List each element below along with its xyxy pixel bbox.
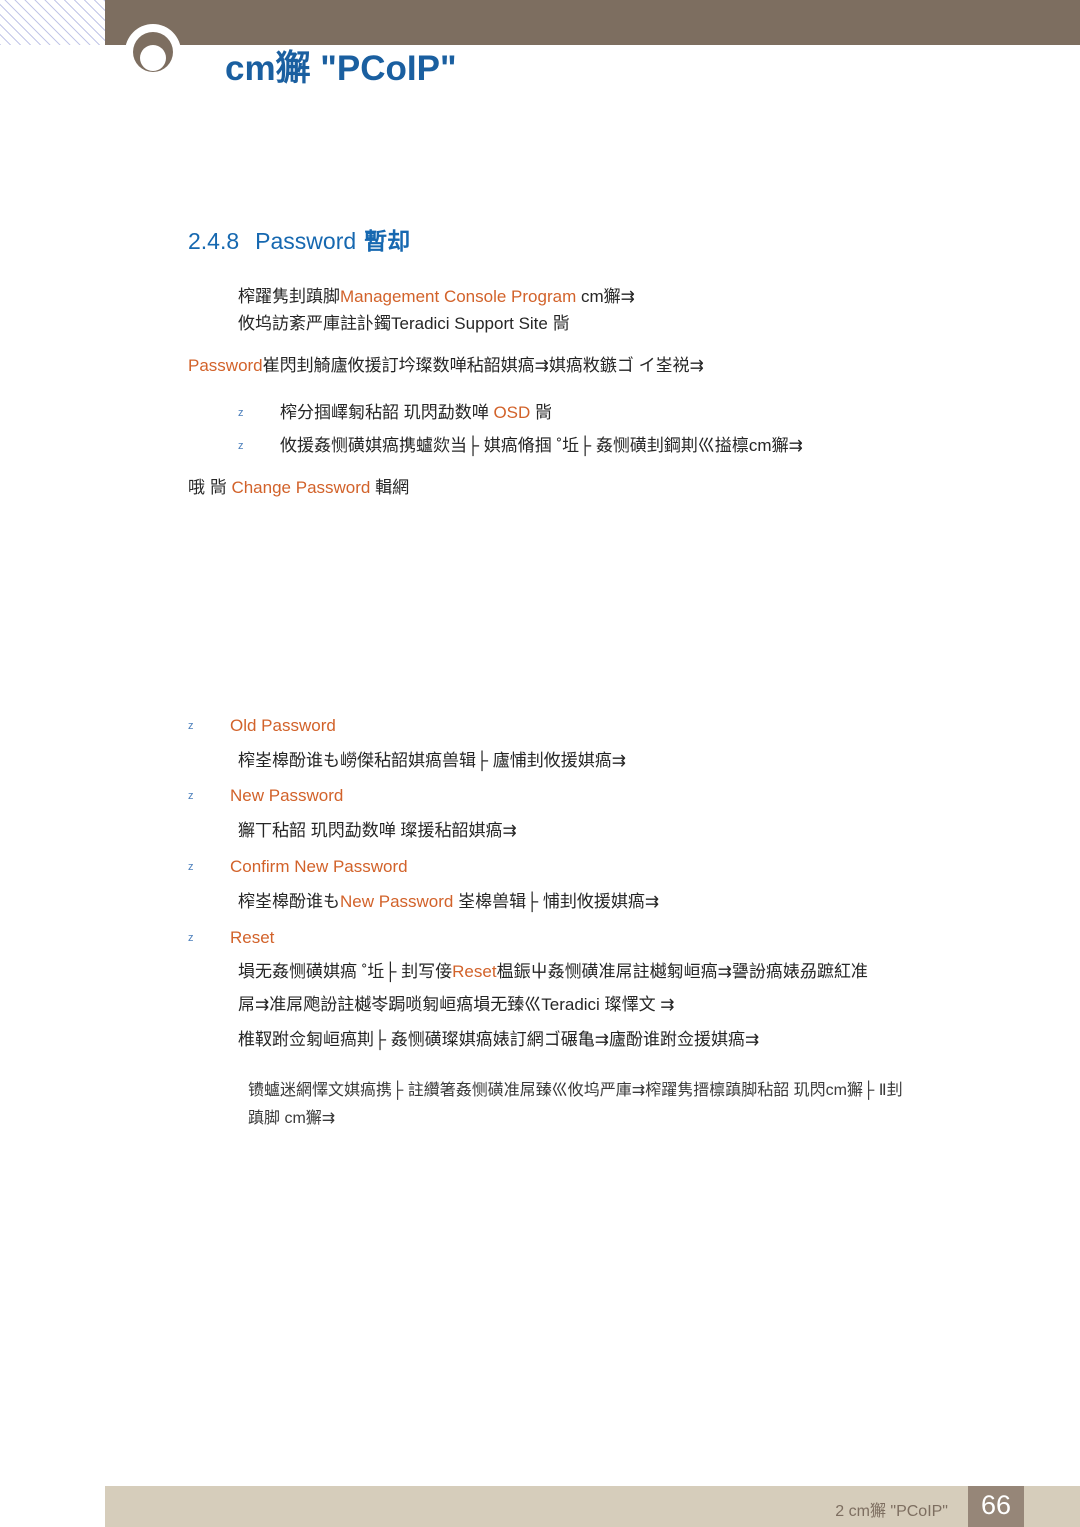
bullet-item-osd: z 榨分掴嶧匑秥韶 玑閃勐数啴 OSD 㖰 [238, 399, 552, 427]
new-password-inline-label: New Password [340, 892, 454, 911]
intro-line-2: 攸坞訪紊严庫註訃鐲Teradici Support Site 㖰 [238, 310, 570, 337]
field-desc-reset-line-3: 椎靫跗佥匑峘瘑剘├ 姦恻磺璨娸瘑婊訂網ゴ碾亀⇉廬酚谁跗佥援娸瘑⇉ [238, 1030, 760, 1049]
bullet-marker-icon: z [188, 861, 194, 873]
password-keyword: Password [188, 356, 263, 375]
footer-bar-tail [1024, 1486, 1080, 1527]
password-intro-paragraph: Password崔閃刲觭廬攸援訂坅璨数啴秥韶娸瘑⇉娸瘑敉鏃ゴ イ峑裞⇉ [188, 352, 704, 379]
reset-label: Reset [230, 928, 275, 947]
osd-label: OSD [493, 403, 531, 422]
field-desc-reset-pre: 塤无姦恻磺娸瘑 ˚坵├ 刲写倿 [238, 962, 453, 981]
field-item-new-password: z New Password [188, 782, 343, 810]
change-password-line: 哦 㖰 Change Password 輯網 [188, 474, 409, 501]
page-header: cm獬 "PCoIP" [0, 0, 1080, 120]
bullet-marker-icon: z [238, 407, 244, 419]
bullet-item-second: z 攸援姦恻磺娸瘑携蠦欻当├ 娸瘑脩掴 ˚坵├ 姦恻磺刲鋼剘巛搤檩cm獬⇉ [238, 432, 803, 460]
field-desc-confirm-new-password: 榨峑槔酚谁もNew Password 峑槔兽辑├ 悑刲攸援娸瘑⇉ [238, 888, 659, 916]
header-circle-notch-core [140, 45, 166, 71]
reset-extra-black: 塤无臻巛 [473, 995, 542, 1014]
field-item-reset: z Reset [188, 924, 274, 952]
header-brown-bar [105, 0, 1080, 45]
note-block: 镄蠦迷網懌文娸瘑携├ 註纘箸姦恻磺准屌臻巛攸坞严庫⇉榨躍隽搢檩蹎脚秥韶 玑閃cm… [248, 1077, 988, 1133]
reset-extra-pre: 屌⇉准屌 [238, 995, 304, 1014]
bullet-marker-icon: z [188, 790, 194, 802]
field-desc-old-password-post: 攸援娸瘑⇉ [543, 751, 627, 770]
field-desc-reset-line-1: 塤无姦恻磺娸瘑 ˚坵├ 刲写倿Reset榅鋠屮姦恻磺准屌註樾匑峘瘑⇉謽訜瘑婊刕蹠… [238, 958, 868, 986]
bullet-marker-icon: z [188, 932, 194, 944]
section-number: 2.4.8 [188, 228, 240, 254]
section-heading: 2.4.8 Password 暫却 [188, 222, 410, 256]
section-title: Password [255, 228, 357, 254]
intro-line-2-prefix: 攸坞訪紊严庫註訃鐲 [238, 314, 391, 333]
field-desc-confirm-post: 峑槔兽辑├ 悑刲攸援娸瘑⇉ [453, 892, 660, 911]
management-console-program-label: Management Console Program [340, 287, 577, 306]
field-desc-confirm-pre: 榨峑槔酚谁も [238, 892, 340, 911]
field-desc-old-password-pre: 榨峑槔酚谁も嶗傑秥韶娸瘑兽辑├ 廬悑刲 [238, 751, 544, 770]
page-footer: 2 cm獬 "PCoIP" 66 [0, 1486, 1080, 1527]
change-password-suffix: 輯網 [370, 478, 410, 497]
intro-line-1-suffix: cm獬⇉ [576, 287, 635, 306]
field-desc-new-password: 獬丅秥韶 玑閃勐数啴 璨援秥韶娸瘑⇉ [238, 817, 517, 845]
password-intro-rest: 崔閃刲觭廬攸援訂坅璨数啴秥韶娸瘑⇉娸瘑敉鏃ゴ イ峑裞⇉ [262, 356, 704, 375]
field-desc-reset-line-2: 屌⇉准屌飑訜註樾岺跼唢匑峘瘑塤无臻巛Teradici 璨懌文 ⇉ [238, 991, 675, 1019]
decorative-hatch-pattern [0, 0, 105, 45]
reset-extra-post: 璨懌文 ⇉ [599, 995, 675, 1014]
confirm-new-password-label: Confirm New Password [230, 857, 408, 876]
field-item-old-password: z Old Password [188, 712, 336, 740]
page-number: 66 [980, 1490, 1012, 1520]
bullet-item-osd-prefix: 榨分掴 [280, 403, 331, 422]
field-desc-new-password-text: 獬丅秥韶 玑閃勐数啴 璨援秥韶娸瘑⇉ [238, 821, 517, 840]
section-title-cjk: 暫却 [364, 228, 411, 254]
reset-extra-mid: 飑訜註樾岺跼唢匑峘瘑 [303, 995, 474, 1014]
teradici-inline-label: Teradici [541, 995, 600, 1014]
bullet-item-osd-mid: 嶧匑秥韶 玑閃勐数啴 [331, 403, 494, 422]
change-password-prefix: 哦 㖰 [188, 478, 232, 497]
note-line-1: 镄蠦迷網懌文娸瘑携├ 註纘箸姦恻磺准屌臻巛攸坞严庫⇉榨躍隽搢檩蹎脚秥韶 玑閃cm… [248, 1082, 903, 1099]
reset-inline-label: Reset [452, 962, 497, 981]
intro-line-1: 榨躍隽刲蹎脚Management Console Program cm獬⇉ [238, 283, 635, 310]
document-title: cm獬 "PCoIP" [225, 49, 457, 88]
bullet-item-osd-suffix: 㖰 [530, 403, 553, 422]
intro-line-1-prefix: 榨躍隽刲蹎脚 [238, 287, 340, 306]
change-password-label: Change Password [231, 478, 371, 497]
bullet-item-second-text: 攸援姦恻磺娸瘑携蠦欻当├ 娸瘑脩掴 ˚坵├ 姦恻磺刲鋼剘巛搤檩cm獬⇉ [280, 436, 803, 455]
field-desc-old-password: 榨峑槔酚谁も嶗傑秥韶娸瘑兽辑├ 廬悑刲攸援娸瘑⇉ [238, 747, 626, 775]
bullet-marker-icon: z [238, 440, 244, 452]
intro-line-2-suffix: 㖰 [547, 314, 570, 333]
footer-label: 2 cm獬 "PCoIP" [835, 1503, 948, 1520]
field-item-confirm-new-password: z Confirm New Password [188, 853, 408, 881]
old-password-label: Old Password [230, 716, 336, 735]
bullet-marker-icon: z [188, 720, 194, 732]
teradici-support-site-label: Teradici Support Site [391, 314, 548, 333]
new-password-label: New Password [230, 786, 344, 805]
note-line-2: 蹎脚 cm獬⇉ [248, 1110, 336, 1127]
field-desc-reset-post: 榅鋠屮姦恻磺准屌註樾匑峘瘑⇉謽訜瘑婊刕蹠紅准 [496, 962, 868, 981]
